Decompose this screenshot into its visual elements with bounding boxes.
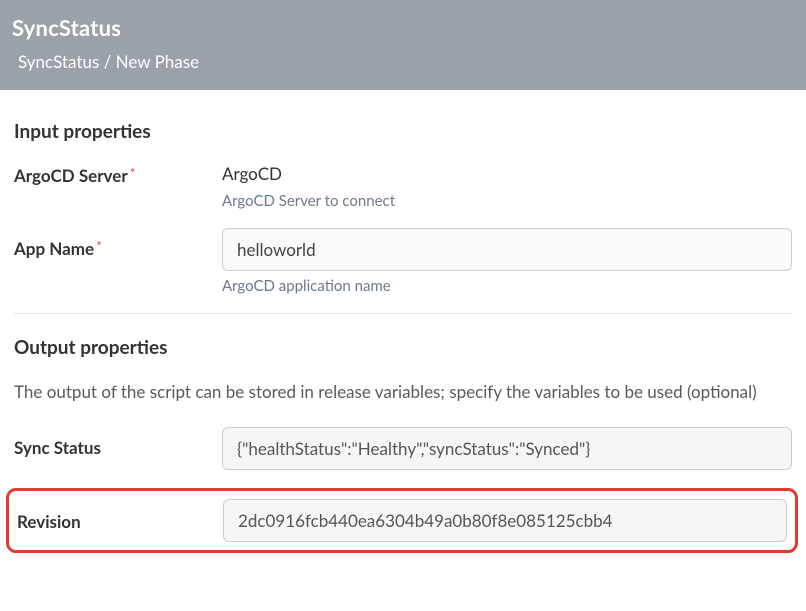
revision-output[interactable] <box>223 499 787 542</box>
sync-status-row: Sync Status <box>14 427 792 470</box>
required-indicator: * <box>96 238 102 255</box>
argocd-server-help: ArgoCD Server to connect <box>222 192 792 210</box>
argocd-server-value[interactable]: ArgoCD <box>222 163 792 184</box>
revision-label: Revision <box>17 511 81 532</box>
argocd-server-row: ArgoCD Server* ArgoCD ArgoCD Server to c… <box>14 163 792 210</box>
input-properties-heading: Input properties <box>14 120 792 143</box>
sync-status-output[interactable] <box>222 427 792 470</box>
section-divider <box>14 313 792 314</box>
required-indicator: * <box>130 165 136 182</box>
app-name-label: App Name <box>14 238 94 259</box>
breadcrumb: SyncStatus / New Phase <box>12 51 794 72</box>
app-name-input[interactable] <box>222 228 792 271</box>
output-properties-subtext: The output of the script can be stored i… <box>14 379 792 405</box>
revision-highlight: Revision <box>6 488 798 553</box>
app-name-row: App Name* ArgoCD application name <box>14 228 792 295</box>
page-header: SyncStatus SyncStatus / New Phase <box>0 0 806 90</box>
argocd-server-label: ArgoCD Server <box>14 165 128 186</box>
sync-status-label: Sync Status <box>14 429 101 458</box>
content-area: Input properties ArgoCD Server* ArgoCD A… <box>0 90 806 583</box>
output-properties-heading: Output properties <box>14 336 792 359</box>
app-name-help: ArgoCD application name <box>222 277 792 295</box>
page-title: SyncStatus <box>12 14 794 41</box>
